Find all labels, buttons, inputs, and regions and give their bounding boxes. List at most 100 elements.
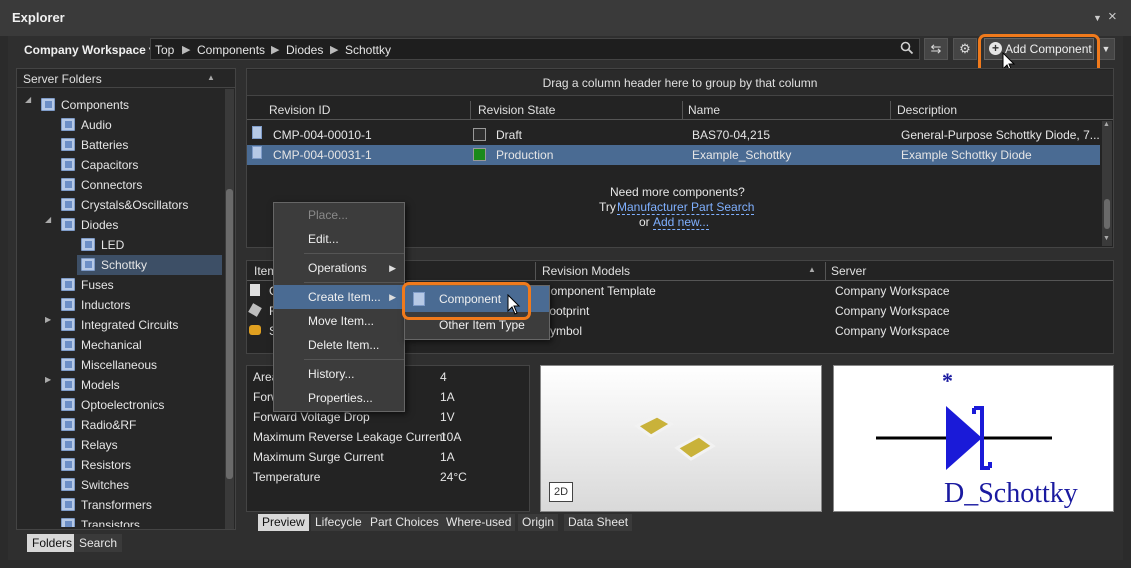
- menu-item-place[interactable]: Place...: [274, 203, 404, 227]
- table-row[interactable]: [252, 125, 262, 145]
- folder-label: Components: [61, 98, 130, 112]
- sort-icon[interactable]: ▲: [808, 265, 816, 274]
- pin-dropdown-icon[interactable]: ▼: [1093, 13, 1102, 23]
- symbol-preview[interactable]: * D_Schottky: [833, 365, 1114, 512]
- folder-item-optoelectronics[interactable]: Optoelectronics: [17, 395, 222, 415]
- folder-item-transformers[interactable]: Transformers: [17, 495, 222, 515]
- folder-item-audio[interactable]: Audio: [17, 115, 222, 135]
- folder-item-relays[interactable]: Relays: [17, 435, 222, 455]
- breadcrumb-top[interactable]: Top: [155, 43, 174, 57]
- folder-item-fuses[interactable]: Fuses: [17, 275, 222, 295]
- menu-item-move-item[interactable]: Move Item...: [274, 309, 404, 333]
- folder-item-mechanical[interactable]: Mechanical: [17, 335, 222, 355]
- folder-label: Batteries: [81, 138, 129, 152]
- group-by-hint[interactable]: Drag a column header here to group by th…: [247, 70, 1113, 96]
- refresh-icon[interactable]: ⇆: [924, 38, 948, 60]
- footprint-pads-graphic: [634, 414, 716, 461]
- col-revision-id[interactable]: Revision ID: [269, 101, 330, 119]
- tab-lifecycle[interactable]: Lifecycle: [311, 514, 366, 531]
- tab-where-used[interactable]: Where-used: [442, 514, 516, 531]
- add-new-link[interactable]: Add new...: [653, 215, 710, 230]
- workspace-selector[interactable]: Company Workspace ▾: [24, 43, 155, 57]
- tab-search[interactable]: Search: [74, 534, 123, 552]
- more-components-title: Need more components?: [610, 185, 745, 199]
- col-name[interactable]: Name: [688, 101, 720, 119]
- param-name: Maximum Reverse Leakage Current: [253, 430, 446, 444]
- model-server: Company Workspace: [835, 284, 950, 298]
- scroll-thumb[interactable]: [226, 189, 233, 479]
- folder-icon: [41, 98, 55, 111]
- menu-item-properties[interactable]: Properties...: [274, 386, 404, 410]
- folder-label: Resistors: [81, 458, 132, 472]
- folder-icon: [61, 358, 75, 371]
- more-try-label: Try: [599, 200, 616, 214]
- gear-icon[interactable]: ⚙: [953, 38, 977, 60]
- param-value: 4: [440, 370, 447, 384]
- breadcrumb-diodes[interactable]: Diodes: [286, 43, 323, 57]
- scroll-down-icon[interactable]: ▼: [1103, 235, 1110, 242]
- col-revision-state[interactable]: Revision State: [478, 101, 555, 119]
- folder-item-schottky[interactable]: Schottky: [77, 255, 222, 275]
- table-row[interactable]: [252, 145, 262, 165]
- folder-scrollbar[interactable]: [225, 89, 234, 529]
- divider: [247, 119, 1113, 120]
- menu-item-delete-item[interactable]: Delete Item...: [274, 333, 404, 357]
- scroll-up-icon[interactable]: ▲: [1103, 121, 1110, 128]
- menu-item-label: Operations: [308, 261, 367, 275]
- folder-label: Connectors: [81, 178, 143, 192]
- folder-item-models[interactable]: Models: [17, 375, 222, 395]
- submenu-arrow-icon: ▶: [389, 263, 396, 273]
- tab-origin[interactable]: Origin: [518, 514, 559, 531]
- folder-item-components[interactable]: Components: [17, 95, 222, 115]
- folder-label: Fuses: [81, 278, 114, 292]
- menu-item-edit[interactable]: Edit...: [274, 227, 404, 251]
- state-swatch: [473, 128, 486, 141]
- col-description[interactable]: Description: [897, 101, 957, 119]
- menu-separator: [304, 282, 404, 283]
- col-divider: [535, 262, 536, 280]
- folder-item-radio-rf[interactable]: Radio&RF: [17, 415, 222, 435]
- search-icon[interactable]: [900, 41, 914, 55]
- collapse-icon[interactable]: ▲: [207, 73, 215, 82]
- menu-item-operations[interactable]: Operations ▶: [274, 256, 404, 280]
- col-server[interactable]: Server: [831, 262, 866, 280]
- context-menu: Place... Edit... Operations ▶ Create Ite…: [273, 202, 405, 412]
- folder-item-resistors[interactable]: Resistors: [17, 455, 222, 475]
- folder-label: LED: [101, 238, 125, 252]
- manufacturer-search-link[interactable]: Manufacturer Part Search: [617, 200, 755, 215]
- folder-item-switches[interactable]: Switches: [17, 475, 222, 495]
- folder-item-transistors[interactable]: Transistors: [17, 515, 222, 527]
- folder-icon: [81, 258, 95, 271]
- menu-item-history[interactable]: History...: [274, 362, 404, 386]
- breadcrumb-separator-icon: ▶: [271, 44, 280, 56]
- breadcrumb-schottky[interactable]: Schottky: [345, 43, 391, 57]
- folder-icon: [61, 378, 75, 391]
- grid-scrollbar[interactable]: ▲ ▼: [1102, 121, 1112, 246]
- folder-item-miscellaneous[interactable]: Miscellaneous: [17, 355, 222, 375]
- folder-item-connectors[interactable]: Connectors: [17, 175, 222, 195]
- folder-item-diodes[interactable]: Diodes: [17, 215, 222, 235]
- folder-item-capacitors[interactable]: Capacitors: [17, 155, 222, 175]
- folder-tree: ◢ Components Audio Batteries Capacitors Conne…: [17, 87, 222, 527]
- view-2d-toggle[interactable]: 2D: [549, 482, 573, 502]
- tab-preview[interactable]: Preview: [258, 514, 309, 531]
- folder-item-led[interactable]: LED: [17, 235, 222, 255]
- folder-item-inductors[interactable]: Inductors: [17, 295, 222, 315]
- tab-folders[interactable]: Folders: [27, 534, 78, 552]
- close-icon[interactable]: ×: [1108, 8, 1117, 25]
- menu-item-create-item[interactable]: Create Item... ▶: [274, 285, 404, 309]
- mouse-cursor-icon: [507, 294, 521, 315]
- folder-item-batteries[interactable]: Batteries: [17, 135, 222, 155]
- breadcrumb-components[interactable]: Components: [197, 43, 265, 57]
- folder-icon: [61, 118, 75, 131]
- folder-item-crystals-oscillators[interactable]: Crystals&Oscillators: [17, 195, 222, 215]
- scroll-thumb[interactable]: [1104, 199, 1110, 229]
- folder-item-integrated-circuits[interactable]: Integrated Circuits: [17, 315, 222, 335]
- tab-part-choices[interactable]: Part Choices: [366, 514, 443, 531]
- breadcrumb-bar[interactable]: [150, 38, 920, 60]
- folder-icon: [61, 438, 75, 451]
- tab-data-sheet[interactable]: Data Sheet: [564, 514, 633, 531]
- component-icon: [252, 126, 262, 139]
- footprint-3d-preview[interactable]: [540, 365, 822, 512]
- col-revision-models[interactable]: Revision Models: [542, 262, 630, 280]
